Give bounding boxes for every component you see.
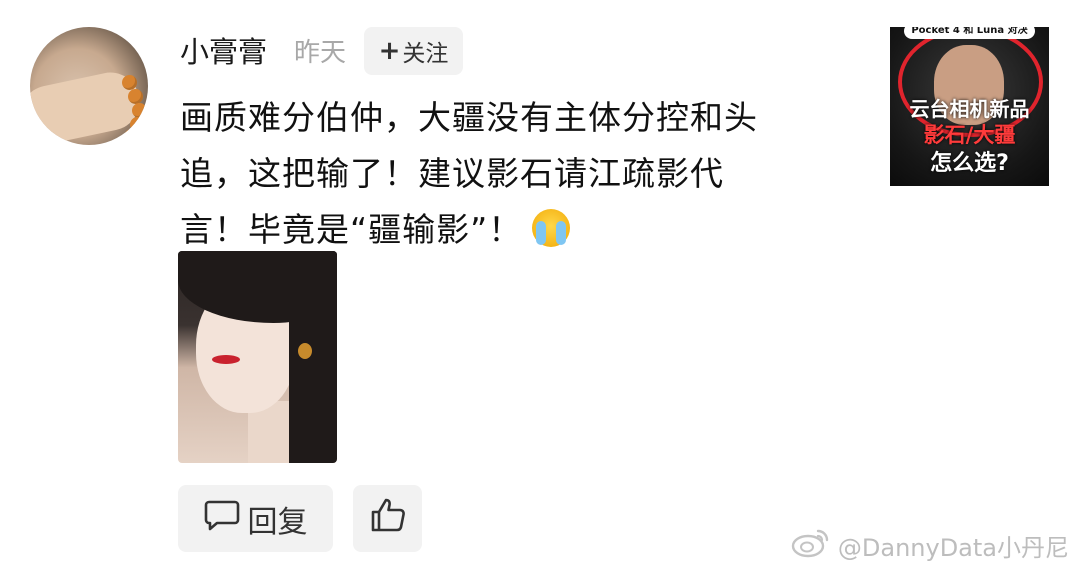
comment-bubble-icon — [204, 499, 240, 539]
follow-button[interactable]: + 关注 — [364, 27, 463, 75]
watermark-text: @DannyData小丹尼 — [837, 533, 1069, 562]
video-thumbnail[interactable]: Pocket 4 和 Luna 对决 云台相机新品 影石/大疆 怎么选? — [890, 27, 1049, 186]
comment-line-text: 言！毕竟是“疆输影”！ — [180, 210, 523, 249]
bead — [132, 103, 147, 118]
photo-earring — [298, 343, 312, 359]
weibo-logo-icon — [790, 526, 832, 564]
reply-label: 回复 — [247, 504, 308, 540]
bead — [128, 89, 143, 104]
username[interactable]: 小膏膏 — [180, 30, 267, 74]
bead — [124, 129, 139, 144]
attached-photo[interactable] — [178, 251, 337, 463]
comment-text: 画质难分伯仲，大疆没有主体分控和头 追，这把输了！建议影石请江疏影代 言！毕竟是… — [180, 90, 820, 258]
follow-label: 关注 — [402, 41, 449, 67]
thumbs-up-icon — [370, 497, 406, 541]
thumb-title-line1: 云台相机新品 — [909, 97, 1030, 121]
like-button[interactable] — [353, 485, 422, 552]
comment-line-last: 言！毕竟是“疆输影”！ — [180, 202, 820, 258]
comment-line: 画质难分伯仲，大疆没有主体分控和头 — [180, 98, 758, 137]
comment-line: 追，这把输了！建议影石请江疏影代 — [180, 154, 724, 193]
thumb-top-text: Pocket 4 和 Luna 对决 — [904, 27, 1035, 39]
photo-hair-side — [289, 251, 337, 463]
thumb-title-line3: 怎么选? — [930, 151, 1009, 176]
bead — [122, 75, 137, 90]
reply-button[interactable]: 回复 — [178, 485, 333, 552]
plus-icon: + — [378, 36, 401, 66]
post-time: 昨天 — [294, 38, 347, 68]
watermark: @DannyData小丹尼 — [790, 526, 1069, 564]
cry-laugh-emoji-icon — [532, 209, 571, 247]
avatar[interactable] — [30, 27, 148, 145]
photo-lips — [212, 355, 240, 364]
